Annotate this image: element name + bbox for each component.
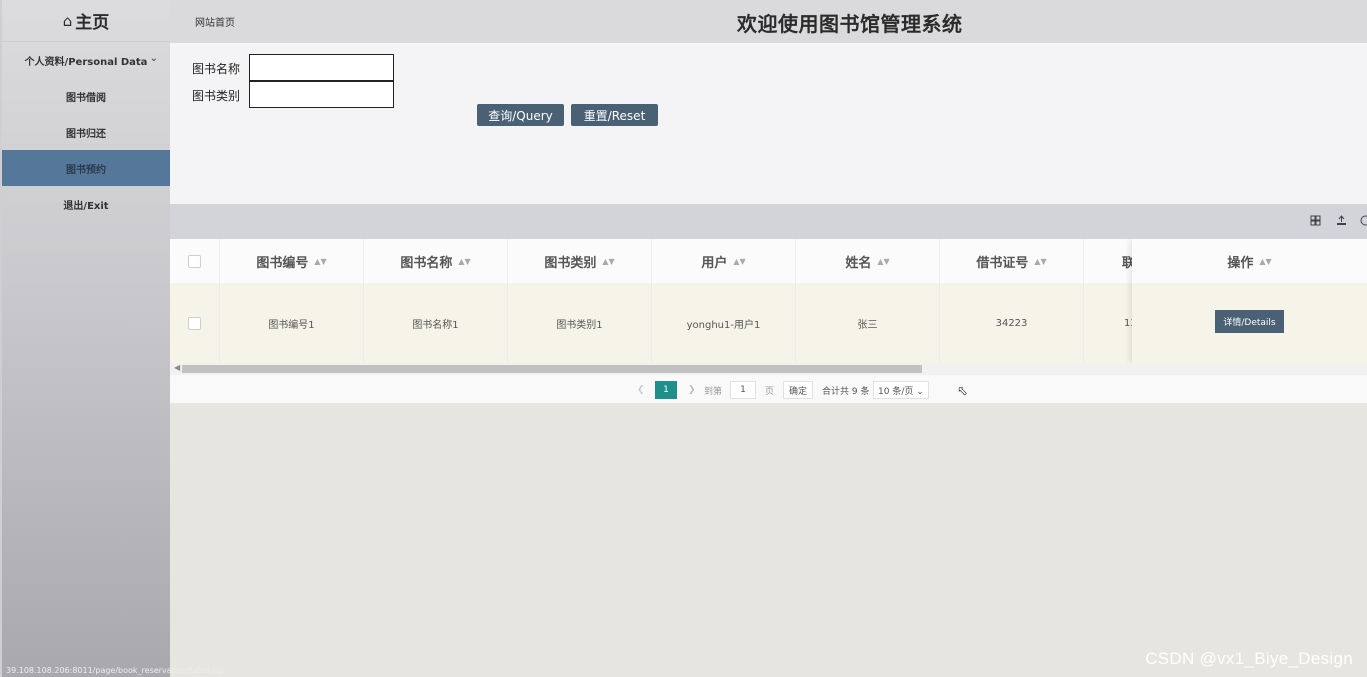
- table-cell: yonghu1-用户1: [652, 283, 796, 363]
- home-icon: ⌂: [62, 11, 73, 30]
- sort-icon[interactable]: ▲▼: [1259, 257, 1271, 266]
- column-header-label: 图书编号: [256, 255, 309, 271]
- goto-label: 到第: [704, 386, 723, 397]
- print-icon[interactable]: [1360, 215, 1367, 229]
- query-button[interactable]: 查询/Query: [477, 104, 564, 126]
- next-page-icon[interactable]: ❯: [688, 381, 696, 399]
- sidebar-item-exit[interactable]: 退出/Exit: [2, 186, 170, 222]
- sort-icon[interactable]: ▲▼: [458, 257, 470, 266]
- page-title: 欢迎使用图书馆管理系统: [737, 12, 963, 36]
- column-header[interactable]: 图书编号 ▲▼: [220, 239, 364, 283]
- book-category-input[interactable]: [249, 81, 394, 108]
- page-size-select[interactable]: 10 条/页 ⌄: [873, 381, 929, 399]
- data-table: 图书编号 ▲▼ 图书名称 ▲▼ 图书类别 ▲▼ 用户 ▲▼ 姓名 ▲▼ 借书证号 ▲▼ 联 …: [170, 239, 1367, 403]
- column-header[interactable]: 图书名称 ▲▼: [364, 239, 508, 283]
- sidebar-item-borrow[interactable]: 图书借阅: [2, 78, 170, 114]
- table-cell: 图书类别1: [508, 283, 652, 363]
- column-header[interactable]: 姓名 ▲▼: [796, 239, 940, 283]
- scroll-left-icon[interactable]: ◀: [174, 363, 180, 372]
- sort-icon[interactable]: ▲▼: [877, 257, 889, 266]
- column-header[interactable]: 用户 ▲▼: [652, 239, 796, 283]
- export-icon[interactable]: [1336, 215, 1347, 229]
- sidebar-item-reservation[interactable]: 图书预约: [2, 150, 170, 186]
- row-checkbox[interactable]: [188, 316, 201, 330]
- column-header[interactable]: 图书类别 ▲▼: [508, 239, 652, 283]
- search-panel: 图书名称 图书类别 查询/Query 重置/Reset: [170, 43, 1367, 204]
- book-name-label: 图书名称: [192, 62, 241, 76]
- book-name-input[interactable]: [249, 54, 394, 81]
- table-cell: 张三: [796, 283, 940, 363]
- sidebar-item-label: 图书归还: [66, 128, 106, 140]
- select-all-checkbox[interactable]: [188, 254, 201, 268]
- total-count: 合计共 9 条: [822, 386, 870, 397]
- watermark: CSDN @vx1_Biye_Design: [1145, 649, 1353, 668]
- pagination: ❮ 1 ❯ 到第 1 页 确定 合计共 9 条 10 条/页 ⌄: [170, 375, 1367, 403]
- operations-cell: 详情/Details: [1132, 283, 1367, 363]
- column-header-label: 姓名: [845, 255, 872, 271]
- page-unit-label: 页: [765, 386, 775, 397]
- column-header-label: 用户: [701, 255, 728, 271]
- mouse-cursor-icon: ⬁: [957, 384, 968, 399]
- sidebar-item-label: 退出/Exit: [63, 200, 109, 212]
- confirm-goto-button[interactable]: 确定: [783, 381, 814, 399]
- sidebar: ⌂ 主页 个人资料/Personal Data ⌄ 图书借阅 图书归还 图书预约…: [0, 0, 224, 677]
- sidebar-item-return[interactable]: 图书归还: [2, 114, 170, 150]
- sidebar-item-label: 图书借阅: [66, 92, 106, 104]
- horizontal-scrollbar[interactable]: ◀: [170, 363, 1367, 375]
- header: 网站首页 欢迎使用图书馆管理系统: [170, 0, 1367, 43]
- sidebar-group-label: 个人资料/Personal Data: [24, 56, 148, 68]
- row-select-cell: [170, 283, 220, 363]
- sort-icon[interactable]: ▲▼: [314, 257, 326, 266]
- operations-column: 操作 ▲▼ 详情/Details: [1132, 239, 1367, 363]
- details-button[interactable]: 详情/Details: [1215, 309, 1284, 333]
- operations-header[interactable]: 操作 ▲▼: [1132, 239, 1367, 283]
- scrollbar-thumb[interactable]: [182, 365, 922, 373]
- breadcrumb-home-link[interactable]: 网站首页: [195, 14, 235, 29]
- sort-icon[interactable]: ▲▼: [733, 257, 745, 266]
- goto-page-input[interactable]: 1: [730, 381, 756, 399]
- sidebar-home[interactable]: ⌂ 主页: [2, 0, 170, 42]
- prev-page-icon[interactable]: ❮: [637, 381, 645, 399]
- operations-header-label: 操作: [1227, 255, 1254, 271]
- table-cell: 图书名称1: [364, 283, 508, 363]
- book-category-label: 图书类别: [192, 89, 241, 103]
- columns-icon[interactable]: [1310, 215, 1321, 229]
- sidebar-group-personal-data[interactable]: 个人资料/Personal Data ⌄: [2, 42, 170, 78]
- sort-icon[interactable]: ▲▼: [602, 257, 614, 266]
- page-current[interactable]: 1: [655, 381, 677, 399]
- reset-button[interactable]: 重置/Reset: [571, 104, 658, 126]
- column-header-label: 图书名称: [400, 255, 453, 271]
- table-toolbar: [170, 204, 1367, 239]
- status-url: 39.108.108.206:8011/page/book_reservatio…: [6, 666, 224, 675]
- select-all-cell: [170, 239, 220, 283]
- chevron-down-icon: ⌄: [149, 53, 158, 64]
- column-header-label: 图书类别: [544, 255, 597, 271]
- sort-icon[interactable]: ▲▼: [1034, 257, 1046, 266]
- sidebar-item-label: 图书预约: [66, 164, 106, 176]
- column-header[interactable]: 借书证号 ▲▼: [940, 239, 1084, 283]
- table-cell: 图书编号1: [220, 283, 364, 363]
- sidebar-home-label: 主页: [75, 13, 110, 33]
- column-header-label: 借书证号: [976, 255, 1029, 271]
- table-cell: 34223: [940, 283, 1084, 363]
